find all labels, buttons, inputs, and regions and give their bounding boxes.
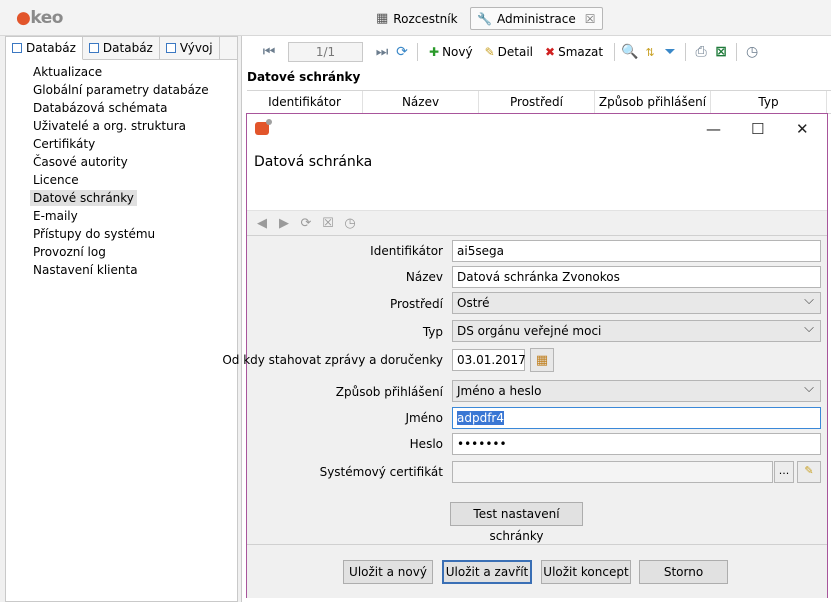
toolbar-separator — [614, 43, 616, 61]
window-icon — [165, 43, 176, 53]
keo-logo: ●keo — [16, 8, 63, 28]
history-icon[interactable]: ◷ — [341, 216, 359, 231]
minimize-icon[interactable]: — — [706, 120, 721, 138]
nav-item[interactable]: Globální parametry databáze — [6, 81, 237, 99]
nazev-input[interactable]: Datová schránka Zvonokos — [452, 266, 821, 288]
first-page-icon[interactable]: ⏮ — [260, 43, 278, 61]
detail-button[interactable]: ✎ Detail — [480, 45, 538, 59]
wrench-icon: 🔧 — [477, 11, 492, 26]
typ-label: Typ — [422, 325, 443, 339]
grid-icon: ▦ — [376, 11, 389, 26]
nav-item[interactable]: Nastavení klienta — [6, 261, 237, 279]
toolbar-separator — [736, 43, 738, 61]
nav-item[interactable]: Licence — [6, 171, 237, 189]
last-page-icon[interactable]: ⏭ — [373, 43, 391, 61]
eraser-icon[interactable]: ✎ — [797, 461, 821, 483]
maximize-icon[interactable]: ☐ — [751, 120, 764, 138]
dialog-separator — [247, 544, 827, 545]
left-tab-databaze-1[interactable]: Databáz — [6, 37, 83, 60]
history-icon[interactable]: ◷ — [743, 43, 761, 61]
window-icon — [88, 43, 99, 53]
prostredi-select[interactable]: Ostré — [452, 291, 821, 314]
top-bar: ●keo ▦ Rozcestník 🔧 Administrace ☒ — [0, 0, 831, 36]
identifikator-input[interactable]: ai5sega — [452, 240, 821, 262]
nav-item[interactable]: Provozní log — [6, 243, 237, 261]
nazev-label: Název — [405, 270, 443, 284]
dialog-titlebar: — ☐ ✕ — [247, 114, 827, 144]
list-toolbar: ⏮ 1/1 ⏭ ⟳ ✚ Nový ✎ Detail ✖ Smazat 🔍 ⇅ ⏷ ⎙ … — [242, 36, 831, 68]
left-tab-databaze-2[interactable]: Databáz — [83, 37, 160, 59]
toolbar-separator — [685, 43, 687, 61]
certifikat-input[interactable] — [452, 461, 773, 483]
sort-icon[interactable]: ⇅ — [641, 43, 659, 61]
test-schranky-button[interactable]: Test nastavení schránky — [450, 502, 583, 543]
delete-button[interactable]: ✖ Smazat — [540, 45, 608, 59]
typ-select[interactable]: DS orgánu veřejné moci — [452, 319, 821, 342]
nav-item[interactable]: Aktualizace — [6, 63, 237, 81]
zpusob-label: Způsob přihlášení — [335, 385, 443, 399]
delete-icon: ✖ — [545, 45, 556, 59]
nav-item[interactable]: Časové autority — [6, 153, 237, 171]
next-icon[interactable]: ▶ — [275, 216, 293, 231]
excel-icon[interactable]: ⊠ — [712, 43, 730, 61]
close-icon[interactable]: ✕ — [796, 120, 809, 138]
save-new-button[interactable]: Uložit a nový — [343, 560, 433, 584]
column-header[interactable]: Název — [363, 91, 479, 113]
close-tab-icon[interactable]: ☒ — [585, 12, 596, 26]
tab-administrace[interactable]: 🔧 Administrace ☒ — [470, 7, 603, 30]
nav-item[interactable]: Databázová schémata — [6, 99, 237, 117]
left-tabs: Databáz Databáz Vývoj — [6, 37, 237, 60]
jmeno-label: Jméno — [405, 411, 443, 425]
nav-item[interactable]: Uživatelé a org. struktura — [6, 117, 237, 135]
datova-schranka-dialog: — ☐ ✕ Datová schránka ◀ ▶ ⟳ ☒ ◷ Identifi… — [222, 113, 828, 598]
certifikat-label: Systémový certifikát — [319, 465, 443, 479]
edit-icon: ✎ — [484, 45, 495, 59]
refresh-icon[interactable]: ⟳ — [393, 43, 411, 61]
pager-field[interactable]: 1/1 — [288, 42, 363, 62]
nav-item[interactable]: E-maily — [6, 207, 237, 225]
prostredi-label: Prostředí — [390, 297, 443, 311]
identifikator-label: Identifikátor — [370, 244, 443, 258]
print-icon[interactable]: ⎙ — [692, 43, 710, 61]
previous-icon[interactable]: ◀ — [253, 216, 271, 231]
toolbar-separator — [417, 43, 418, 61]
nav-item[interactable]: Přístupy do systému — [6, 225, 237, 243]
jmeno-input[interactable]: adpdfr4 — [452, 407, 821, 429]
column-header[interactable]: Prostředí — [479, 91, 595, 113]
zpusob-select[interactable]: Jméno a heslo — [452, 379, 821, 402]
window-icon — [12, 43, 22, 53]
od-kdy-date-input[interactable]: 03.01.2017 — [452, 349, 526, 371]
browse-button[interactable]: ... — [774, 461, 794, 483]
nav-item-selected[interactable]: Datové schránky — [6, 189, 237, 207]
nav-item[interactable]: Certifikáty — [6, 135, 237, 153]
refresh-icon[interactable]: ⟳ — [297, 216, 315, 231]
list-title: Datové schránky — [247, 70, 361, 84]
heslo-label: Heslo — [409, 437, 443, 451]
column-header[interactable]: Identifikátor — [247, 91, 363, 113]
save-close-button[interactable]: Uložit a zavřít — [442, 560, 532, 584]
cancel-button[interactable]: Storno — [639, 560, 728, 584]
save-draft-button[interactable]: Uložit koncept — [541, 560, 631, 584]
filter-icon[interactable]: ⏷ — [661, 43, 679, 61]
column-header[interactable]: Typ — [711, 91, 827, 113]
column-header[interactable]: Způsob přihlášení — [595, 91, 711, 113]
heslo-input[interactable]: ••••••• — [452, 433, 821, 455]
nav-list: Aktualizace Globální parametry databáze … — [6, 60, 237, 279]
app-icon — [255, 119, 272, 135]
left-panel: Databáz Databáz Vývoj Aktualizace Globál… — [5, 36, 238, 602]
dialog-heading: Datová schránka — [254, 154, 373, 170]
cancel-edit-icon[interactable]: ☒ — [319, 216, 337, 231]
plus-icon: ✚ — [429, 45, 440, 59]
calendar-icon[interactable]: ▦ — [530, 348, 554, 372]
search-icon[interactable]: 🔍 — [621, 43, 639, 61]
dialog-toolbar: ◀ ▶ ⟳ ☒ ◷ — [247, 210, 827, 236]
new-button[interactable]: ✚ Nový — [424, 45, 478, 59]
od-kdy-label: Od kdy stahovat zprávy a doručenky — [222, 353, 443, 367]
left-tab-vyvoj[interactable]: Vývoj — [160, 37, 220, 59]
table-header: Identifikátor Název Prostředí Způsob při… — [247, 90, 831, 114]
tab-rozcestnik[interactable]: ▦ Rozcestník — [370, 7, 464, 30]
